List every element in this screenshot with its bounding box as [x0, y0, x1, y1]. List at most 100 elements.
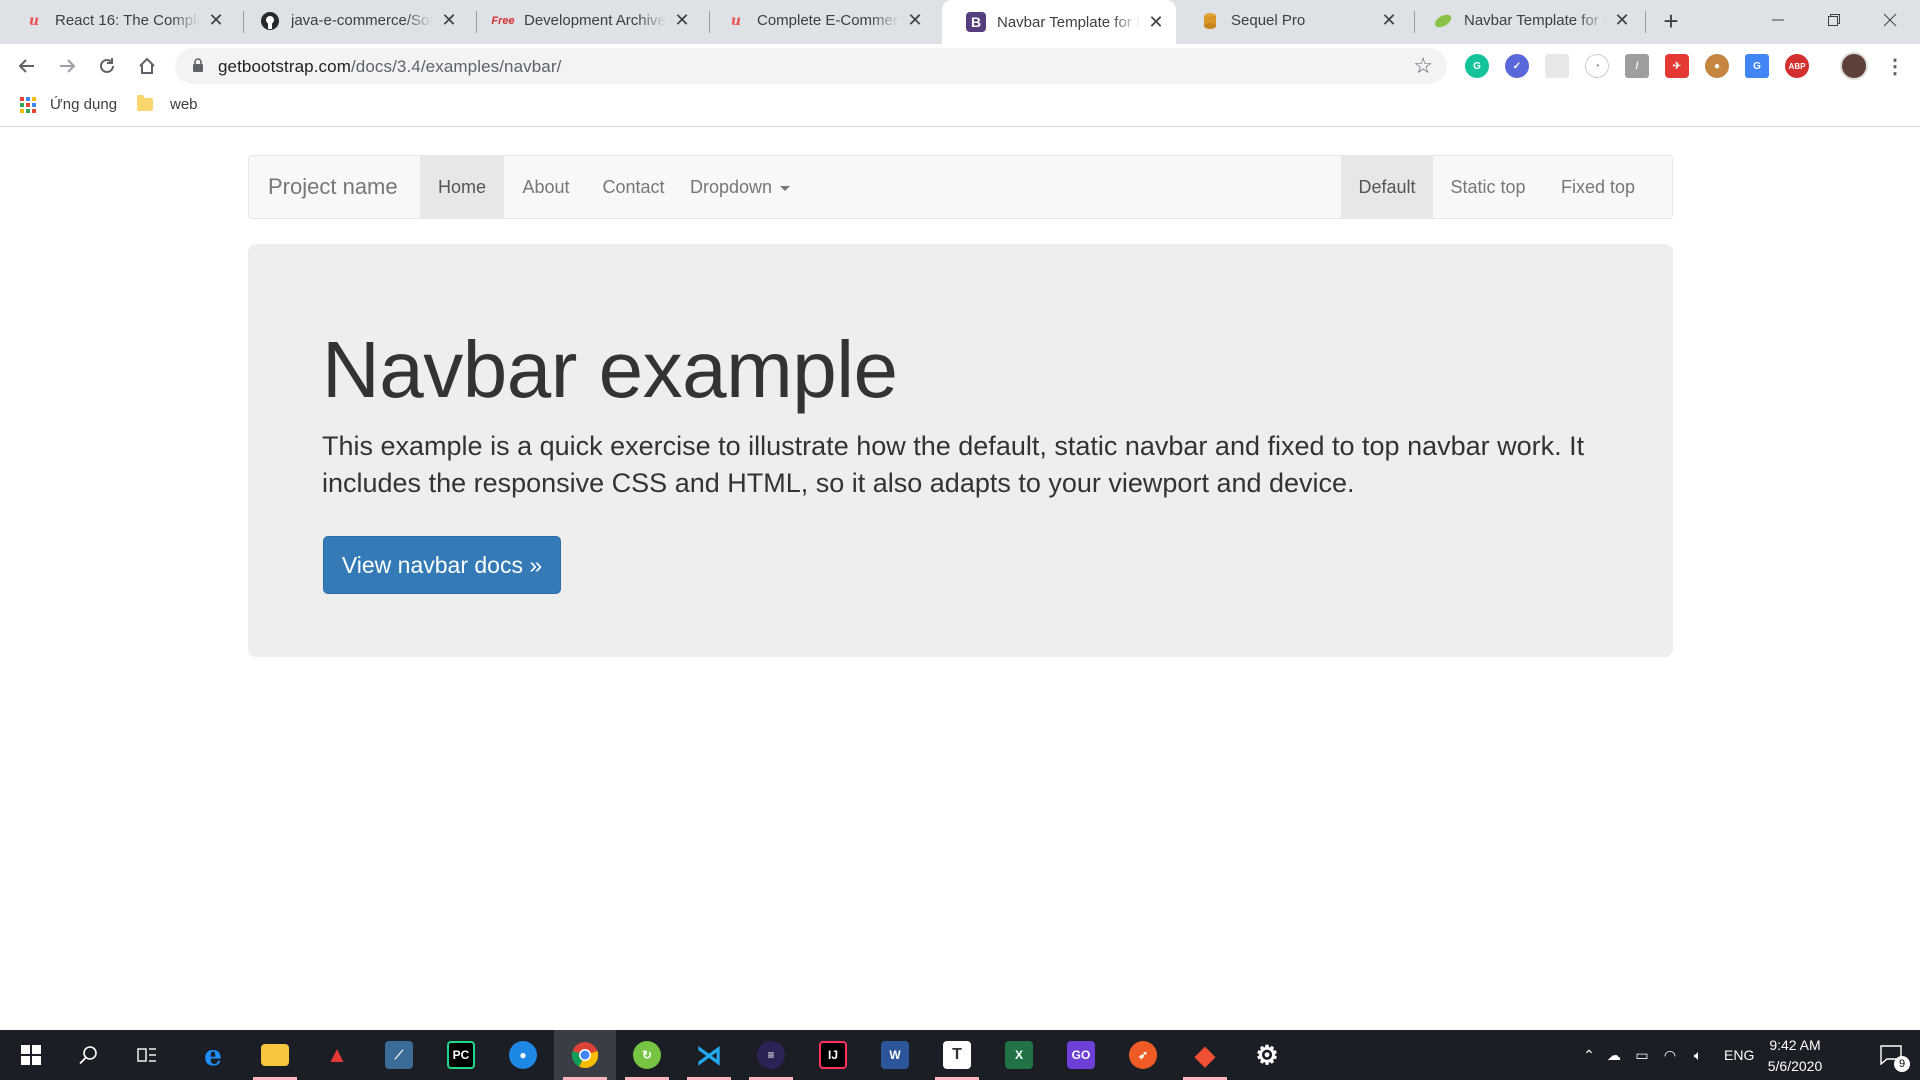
- bootstrap-navbar: Project name Home About Contact Dropdown…: [248, 155, 1673, 219]
- taskbar-excel[interactable]: X: [988, 1030, 1050, 1080]
- bookmark-label: Ứng dụng: [50, 96, 118, 113]
- taskbar-file-explorer[interactable]: [244, 1030, 306, 1080]
- reload-button[interactable]: [91, 50, 123, 82]
- taskbar-pycharm[interactable]: PC: [430, 1030, 492, 1080]
- nav-item-static-top[interactable]: Static top: [1433, 156, 1543, 218]
- pin-extension-icon[interactable]: ✈: [1665, 54, 1689, 78]
- taskbar-settings[interactable]: ⚙: [1236, 1030, 1298, 1080]
- translate-extension-icon[interactable]: G: [1745, 54, 1769, 78]
- tab-sequel-pro[interactable]: Sequel Pro ✕: [1176, 0, 1409, 41]
- pycharm-icon: PC: [447, 1041, 475, 1069]
- github-icon: [260, 11, 280, 31]
- grammarly-extension-icon[interactable]: G: [1465, 54, 1489, 78]
- minimize-button[interactable]: [1750, 0, 1806, 40]
- close-icon[interactable]: ✕: [1146, 12, 1166, 32]
- battery-icon[interactable]: ▭: [1628, 1047, 1656, 1064]
- tab-title: java-e-commerce/Source: [291, 12, 433, 29]
- close-icon[interactable]: ✕: [439, 10, 459, 31]
- forward-button[interactable]: [51, 50, 83, 82]
- typora-icon: T: [943, 1041, 971, 1069]
- back-arrow-icon: [18, 59, 34, 73]
- folder-icon: [261, 1044, 289, 1066]
- system-tray: ⌃ ☁ ▭ ◠ 🔈︎ ENG: [1578, 1030, 1754, 1080]
- taskbar-red-app[interactable]: ▲: [306, 1030, 368, 1080]
- green-app-icon: ↻: [633, 1041, 661, 1069]
- nav-item-about[interactable]: About: [504, 156, 588, 218]
- view-navbar-docs-button[interactable]: View navbar docs »: [323, 536, 561, 594]
- taskbar-postman[interactable]: ➶: [1112, 1030, 1174, 1080]
- udemy-icon: u: [730, 12, 742, 29]
- tab-navbar-template-active[interactable]: B Navbar Template for Bootstrap ✕: [942, 0, 1176, 44]
- browser-toolbar: getbootstrap.com/docs/3.4/examples/navba…: [0, 44, 1920, 87]
- postman-icon: ➶: [1129, 1041, 1157, 1069]
- checkmark-extension-icon[interactable]: ✓: [1505, 54, 1529, 78]
- taskbar-maps[interactable]: ●: [492, 1030, 554, 1080]
- volume-icon[interactable]: 🔈︎: [1684, 1047, 1712, 1064]
- taskbar-goland[interactable]: GO: [1050, 1030, 1112, 1080]
- taskbar-word[interactable]: W: [864, 1030, 926, 1080]
- search-button[interactable]: [58, 1030, 120, 1080]
- git-icon: ◆: [1195, 1039, 1215, 1070]
- clock[interactable]: 9:42 AM 5/6/2020: [1752, 1035, 1838, 1077]
- close-icon[interactable]: ✕: [1612, 10, 1632, 31]
- lock-icon[interactable]: [192, 58, 204, 78]
- close-icon[interactable]: ✕: [672, 10, 692, 31]
- bookmark-web-folder[interactable]: web: [137, 95, 198, 113]
- tab-github[interactable]: java-e-commerce/Source ✕: [236, 0, 469, 41]
- chrome-icon: [571, 1042, 599, 1069]
- navbar-brand[interactable]: Project name: [268, 174, 398, 200]
- folder-icon: [137, 95, 153, 111]
- new-tab-button[interactable]: +: [1656, 6, 1686, 36]
- home-button[interactable]: [131, 50, 163, 82]
- taskbar-edge[interactable]: e: [182, 1030, 244, 1080]
- restore-button[interactable]: [1806, 0, 1862, 40]
- nav-item-dropdown[interactable]: Dropdown: [679, 156, 801, 218]
- clock-extension-icon[interactable]: ◔: [1585, 54, 1609, 78]
- nav-item-contact[interactable]: Contact: [588, 156, 679, 218]
- taskbar-eclipse[interactable]: ≡: [740, 1030, 802, 1080]
- close-icon[interactable]: ✕: [905, 10, 925, 31]
- tab-react[interactable]: u React 16: The Complete Guide ✕: [0, 0, 236, 41]
- bootstrap-icon: B: [966, 12, 986, 32]
- taskbar-mysql-workbench[interactable]: ⟋: [368, 1030, 430, 1080]
- close-window-button[interactable]: [1862, 0, 1918, 40]
- nav-item-home[interactable]: Home: [420, 156, 504, 218]
- start-button[interactable]: [0, 1030, 62, 1080]
- wifi-icon[interactable]: ◠: [1656, 1047, 1684, 1064]
- tab-navbar-template-2[interactable]: Navbar Template for Bootstrap ✕: [1409, 0, 1642, 41]
- back-button[interactable]: [11, 50, 43, 82]
- taskbar-chrome[interactable]: [554, 1030, 616, 1080]
- tab-development-archives[interactable]: Free Development Archives ✕: [469, 0, 702, 41]
- chevron-up-icon[interactable]: ⌃: [1578, 1047, 1600, 1064]
- menu-kebab-icon[interactable]: ⋮: [1883, 54, 1907, 78]
- profile-avatar[interactable]: [1840, 52, 1868, 80]
- sequel-pro-icon: [1200, 11, 1220, 31]
- adblock-extension-icon[interactable]: ABP: [1785, 54, 1809, 78]
- notification-center-button[interactable]: 9: [1862, 1030, 1920, 1080]
- nav-item-default[interactable]: Default: [1341, 156, 1433, 218]
- address-bar[interactable]: getbootstrap.com/docs/3.4/examples/navba…: [175, 48, 1447, 84]
- clock-date: 5/6/2020: [1767, 1058, 1823, 1074]
- search-icon: [79, 1046, 97, 1065]
- bookmark-star-icon[interactable]: ☆: [1413, 55, 1433, 77]
- url-text[interactable]: getbootstrap.com/docs/3.4/examples/navba…: [218, 57, 561, 77]
- blank-extension-icon[interactable]: [1545, 54, 1569, 78]
- taskbar-typora[interactable]: T: [926, 1030, 988, 1080]
- taskbar-vscode[interactable]: ⋊: [678, 1030, 740, 1080]
- slash-extension-icon[interactable]: /: [1625, 54, 1649, 78]
- url-host: getbootstrap.com: [218, 57, 351, 76]
- cookie-extension-icon[interactable]: ●: [1705, 54, 1729, 78]
- task-view-button[interactable]: [116, 1030, 178, 1080]
- close-icon[interactable]: ✕: [1379, 10, 1399, 31]
- taskbar-git[interactable]: ◆: [1174, 1030, 1236, 1080]
- tab-complete-ecommerce[interactable]: u Complete E-Commerce ✕: [702, 0, 935, 41]
- caret-down-icon: [780, 185, 791, 191]
- taskbar-intellij[interactable]: IJ: [802, 1030, 864, 1080]
- onedrive-icon[interactable]: ☁: [1600, 1047, 1628, 1064]
- close-icon[interactable]: ✕: [206, 10, 226, 31]
- udemy-icon: u: [28, 12, 40, 29]
- taskbar-green-app[interactable]: ↻: [616, 1030, 678, 1080]
- nav-item-fixed-top[interactable]: Fixed top: [1543, 156, 1653, 218]
- language-indicator[interactable]: ENG: [1724, 1047, 1754, 1063]
- bookmark-apps[interactable]: Ứng dụng: [20, 96, 117, 113]
